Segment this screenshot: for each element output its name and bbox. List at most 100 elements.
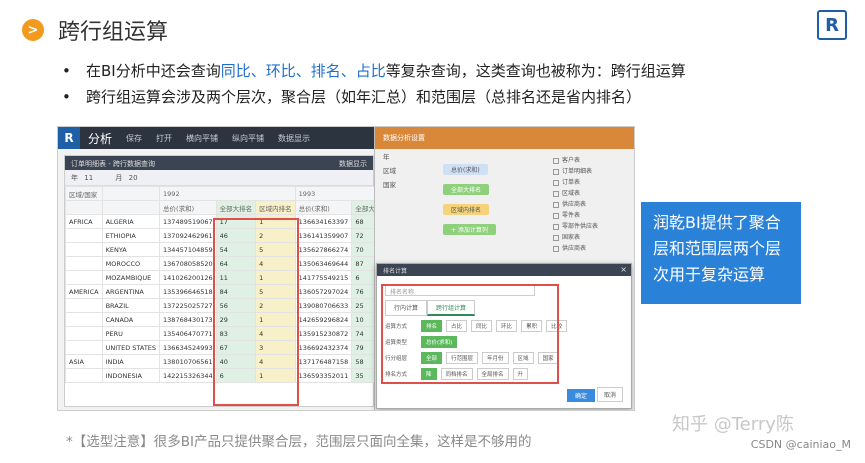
cell-total: 138010706561 — [159, 354, 217, 369]
check-item-label: 订单表 — [562, 179, 581, 186]
cell-country: INDIA — [101, 354, 161, 369]
menu-tile-vertical[interactable]: 纵向平铺 — [232, 133, 264, 144]
col-region: 区域/国家 — [65, 186, 103, 201]
cell-region: ASIA — [65, 354, 103, 369]
cell-total-b: 141775549215 — [294, 270, 353, 285]
filter-month-value[interactable]: 20 — [129, 174, 138, 182]
check-item[interactable]: 客户表 — [553, 155, 598, 166]
close-icon[interactable]: × — [620, 265, 627, 274]
bullet-text-pre: 在BI分析中还会查询 — [86, 62, 221, 80]
cell-total-b: 137176487158 — [294, 354, 353, 369]
cell-total-b: 136057297024 — [294, 284, 353, 299]
menu-open[interactable]: 打开 — [156, 133, 172, 144]
check-item[interactable]: 供应商表 — [553, 199, 598, 210]
cell-region — [65, 242, 103, 257]
check-item[interactable]: 零部件供应表 — [553, 221, 598, 232]
dialog-header: 排名计算 — [377, 264, 631, 276]
cell-region — [65, 298, 103, 313]
filter-year-value[interactable]: 11 — [84, 174, 93, 182]
col-country — [101, 186, 161, 201]
rank-columns-highlight — [213, 218, 299, 406]
bullet-highlight: 同比、环比、排名、占比 — [220, 62, 386, 80]
dialog-highlight — [381, 284, 559, 384]
checkbox-icon[interactable] — [553, 223, 559, 230]
add-calc-column-button[interactable]: + 添加计算列 — [443, 224, 496, 235]
filter-bar: 年 11 月 20 — [65, 170, 373, 186]
checkbox-icon[interactable] — [553, 157, 559, 164]
checkbox-icon[interactable] — [553, 201, 559, 208]
data-panel-title: 订单明细表 - 跨行数据查询 — [71, 160, 155, 168]
cell-country: MOZAMBIQUE — [101, 270, 161, 285]
check-item[interactable]: 零件表 — [553, 210, 598, 221]
col-sub-rank-region: 区域内排名 — [255, 200, 296, 215]
cell-total-b: 142659296824 — [294, 312, 353, 327]
watermark: 知乎 @Terry陈 — [672, 414, 794, 435]
cell-total: 137225025727 — [159, 298, 217, 313]
cell-total: 134457104859 — [159, 242, 217, 257]
tag-total[interactable]: 总价(求和) — [443, 164, 488, 175]
cell-region: AMERICA — [65, 284, 103, 299]
bullet-dot-icon: • — [62, 88, 71, 106]
check-item-label: 区域表 — [562, 190, 581, 197]
check-item[interactable]: 区域表 — [553, 188, 598, 199]
cell-total: 142215326344 — [159, 368, 217, 383]
menu-save[interactable]: 保存 — [126, 133, 142, 144]
cancel-button[interactable]: 取消 — [596, 387, 623, 402]
check-item-label: 订单明细表 — [562, 168, 593, 175]
tag-rank-all[interactable]: 全部大排名 — [443, 184, 490, 195]
check-item[interactable]: 供应商表 — [553, 243, 598, 254]
source-credit: CSDN @cainiao_M — [750, 438, 851, 451]
slide-title: 跨行组运算 — [58, 20, 169, 45]
checkbox-icon[interactable] — [553, 245, 559, 252]
cell-country: MOROCCO — [101, 256, 161, 271]
settings-tags: 总价(求和) 全部大排名 区域内排名 + 添加计算列 — [435, 157, 547, 237]
data-panel: 订单明细表 - 跨行数据查询 数据显示 年 11 月 20 区域/国家 1992… — [64, 155, 392, 407]
check-item-label: 零部件供应表 — [562, 223, 599, 230]
cell-country: CANADA — [101, 312, 161, 327]
cell-total: 141026200126 — [159, 270, 217, 285]
menu-data-display[interactable]: 数据显示 — [278, 133, 310, 144]
bullet-item: • 跨行组运算会涉及两个层次，聚合层（如年汇总）和范围层（总排名还是省内排名） — [62, 84, 852, 110]
cell-region — [65, 256, 103, 271]
data-panel-display-link[interactable]: 数据显示 — [339, 159, 367, 169]
cell-country: INDONESIA — [101, 368, 161, 383]
checkbox-icon[interactable] — [553, 168, 559, 175]
app-screenshot: R 分析 保存 打开 横向平铺 纵向平铺 数据显示 订单明细表 - 跨行数据查询… — [57, 126, 635, 411]
checkbox-icon[interactable] — [553, 179, 559, 186]
bullet-list: • 在BI分析中还会查询同比、环比、排名、占比等复杂查询，这类查询也被称为：跨行… — [62, 58, 852, 110]
settings-panel-header: 数据分析设置 — [375, 127, 634, 149]
check-item-label: 国家表 — [562, 234, 581, 241]
app-logo: R — [58, 127, 80, 149]
checkbox-icon[interactable] — [553, 234, 559, 241]
col-sub-total-b: 总价(求和) — [294, 200, 353, 215]
cell-region — [65, 228, 103, 243]
menu-tile-horizontal[interactable]: 横向平铺 — [186, 133, 218, 144]
check-item[interactable]: 订单明细表 — [553, 166, 598, 177]
table-subheader-row: 总价(求和) 全部大排名 区域内排名 总价(求和) 全部大排名 — [65, 200, 392, 215]
checkbox-icon[interactable] — [553, 190, 559, 197]
cell-total: 135396646518 — [159, 284, 217, 299]
ok-button[interactable]: 确定 — [566, 389, 595, 402]
cell-total: 138768430173 — [159, 312, 217, 327]
cell-total: 137489519067 — [159, 214, 217, 229]
cell-total-b: 135063469644 — [294, 256, 353, 271]
check-item-label: 供应商表 — [562, 245, 587, 252]
check-item[interactable]: 国家表 — [553, 232, 598, 243]
cell-total-b: 139080706633 — [294, 298, 353, 313]
slide-title-row: > 跨行组运算 — [22, 14, 168, 46]
check-item[interactable]: 订单表 — [553, 177, 598, 188]
cell-country: ALGERIA — [101, 214, 161, 229]
table-header-row: 区域/国家 1992 1993 — [65, 186, 392, 201]
cell-region — [65, 270, 103, 285]
cell-region — [65, 340, 103, 355]
col-sub-rank-all: 全部大排名 — [215, 200, 257, 215]
cell-total-b: 135915230872 — [294, 326, 353, 341]
tag-rank-region[interactable]: 区域内排名 — [443, 204, 490, 215]
checkbox-icon[interactable] — [553, 212, 559, 219]
bullet-text-post: 等复杂查询，这类查询也被称为：跨行组运算 — [385, 62, 686, 80]
cell-country: KENYA — [101, 242, 161, 257]
brand-logo: R — [817, 10, 847, 40]
slide: > 跨行组运算 R • 在BI分析中还会查询同比、环比、排名、占比等复杂查询，这… — [0, 0, 865, 463]
cell-total: 136634524993 — [159, 340, 217, 355]
check-item-label: 供应商表 — [562, 201, 587, 208]
